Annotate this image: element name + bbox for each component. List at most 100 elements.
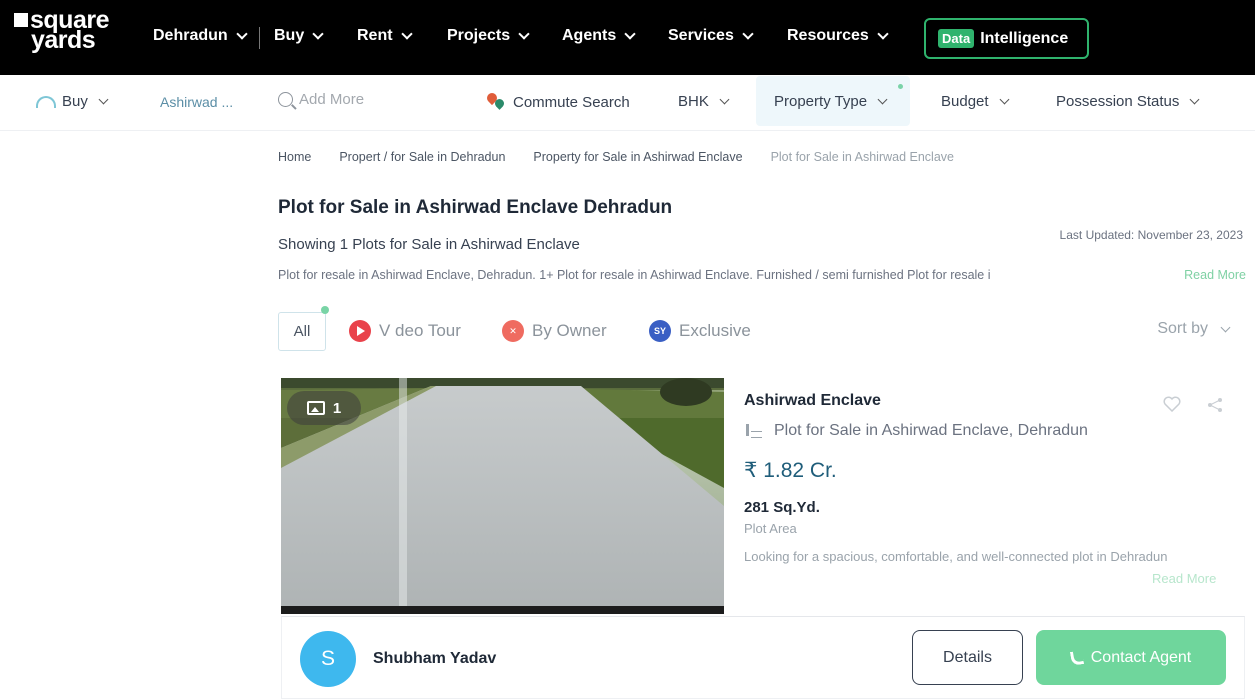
plot-icon bbox=[744, 424, 764, 438]
chevron-down-icon bbox=[877, 28, 889, 40]
breadcrumb-home[interactable]: Home bbox=[278, 150, 311, 164]
plot-area-value: 281 Sq.Yd. bbox=[744, 499, 820, 516]
nav-projects[interactable]: Projects bbox=[447, 27, 530, 45]
plot-area-label: Plot Area bbox=[744, 521, 797, 536]
listing-description: Looking for a spacious, comfortable, and… bbox=[744, 549, 1168, 564]
contact-agent-button[interactable]: Contact Agent bbox=[1036, 630, 1226, 685]
nav-services[interactable]: Services bbox=[668, 27, 754, 45]
data-intelligence-button[interactable]: Data Intelligence bbox=[924, 18, 1089, 59]
commute-pin-icon bbox=[485, 93, 507, 111]
bhk-filter[interactable]: BHK bbox=[678, 93, 730, 110]
chevron-down-icon bbox=[236, 28, 248, 40]
chevron-down-icon bbox=[877, 94, 888, 105]
nav-buy[interactable]: Buy bbox=[274, 27, 324, 45]
share-icon[interactable] bbox=[1207, 398, 1223, 412]
agent-name[interactable]: Shubham Yadav bbox=[373, 650, 496, 668]
image-count: 1 bbox=[332, 399, 342, 417]
chevron-down-icon bbox=[1220, 322, 1231, 332]
listing-type: Plot for Sale in Ashirwad Enclave, Dehra… bbox=[744, 422, 1088, 440]
filter-chip-exclusive[interactable]: SY Exclusive bbox=[649, 320, 751, 342]
chevron-down-icon bbox=[624, 28, 636, 40]
commute-search-button[interactable]: Commute Search bbox=[485, 93, 630, 111]
nav-projects-label: Projects bbox=[447, 27, 511, 44]
exclusive-label: Exclusive bbox=[679, 321, 751, 340]
active-chip-dot bbox=[321, 306, 329, 314]
logo-text-line2: yards bbox=[31, 26, 96, 54]
breadcrumb-ashirwad-property[interactable]: Property for Sale in Ashirwad Enclave bbox=[533, 150, 742, 164]
results-count: Showing 1 Plots for Sale in Ashirwad Enc… bbox=[278, 236, 580, 253]
property-type-filter[interactable]: Property Type bbox=[774, 93, 888, 110]
nav-divider bbox=[259, 27, 260, 49]
chevron-down-icon bbox=[1189, 94, 1200, 105]
property-type-label: Property Type bbox=[774, 93, 868, 110]
agent-initial: S bbox=[320, 647, 335, 670]
location-chip[interactable]: Ashirwad ... bbox=[160, 94, 233, 110]
city-label: Dehradun bbox=[153, 27, 228, 44]
breadcrumb: Home Propert / for Sale in Dehradun Prop… bbox=[278, 150, 954, 164]
chevron-down-icon bbox=[400, 28, 413, 40]
play-icon bbox=[349, 320, 371, 342]
image-count-badge[interactable]: 1 bbox=[287, 391, 361, 425]
search-icon bbox=[278, 92, 293, 107]
nav-rent[interactable]: Rent bbox=[357, 27, 413, 45]
nav-rent-label: Rent bbox=[357, 27, 393, 44]
chevron-down-icon bbox=[719, 94, 730, 105]
nav-resources-label: Resources bbox=[787, 27, 869, 44]
nav-agents-label: Agents bbox=[562, 27, 617, 44]
city-selector[interactable]: Dehradun bbox=[153, 27, 248, 45]
heart-icon[interactable] bbox=[1163, 396, 1181, 412]
image-gallery-icon bbox=[306, 401, 325, 415]
chevron-down-icon bbox=[999, 94, 1009, 105]
buy-filter[interactable]: Buy bbox=[34, 93, 109, 110]
contact-agent-label: Contact Agent bbox=[1090, 648, 1192, 666]
nav-resources[interactable]: Resources bbox=[787, 27, 889, 45]
search-input[interactable] bbox=[299, 91, 449, 108]
chevron-down-icon bbox=[742, 28, 754, 40]
commute-search-label: Commute Search bbox=[513, 93, 630, 111]
top-navigation-bar: square yards Dehradun Buy Rent Projects … bbox=[0, 0, 1255, 75]
listing-price: ₹ 1.82 Cr. bbox=[744, 459, 837, 482]
logo-square-icon bbox=[14, 13, 28, 27]
data-badge: Data bbox=[938, 29, 975, 48]
listing-type-label: Plot for Sale in Ashirwad Enclave, Dehra… bbox=[774, 422, 1088, 439]
filter-chip-all-label: All bbox=[293, 323, 311, 340]
breadcrumb-current: Plot for Sale in Ashirwad Enclave bbox=[770, 150, 954, 164]
nav-agents[interactable]: Agents bbox=[562, 27, 636, 45]
listing-title[interactable]: Ashirwad Enclave bbox=[744, 392, 881, 410]
owner-icon: ✕ bbox=[502, 320, 524, 342]
page-title: Plot for Sale in Ashirwad Enclave Dehrad… bbox=[278, 197, 673, 218]
squareyards-logo[interactable]: square yards bbox=[14, 8, 109, 54]
phone-icon bbox=[1069, 649, 1084, 666]
buy-filter-label: Buy bbox=[62, 93, 88, 110]
sort-by-dropdown[interactable]: Sort by bbox=[1157, 320, 1231, 338]
exclusive-sy-icon: SY bbox=[649, 320, 671, 342]
possession-status-filter[interactable]: Possession Status bbox=[1056, 93, 1200, 110]
filter-chip-by-owner[interactable]: ✕ By Owner bbox=[502, 320, 607, 342]
sort-by-label: Sort by bbox=[1157, 320, 1208, 337]
active-filter-dot bbox=[898, 84, 903, 89]
filter-chip-all[interactable]: All bbox=[278, 312, 326, 351]
agent-avatar: S bbox=[300, 631, 356, 687]
last-updated: Last Updated: November 23, 2023 bbox=[1059, 228, 1243, 242]
budget-filter-label: Budget bbox=[941, 93, 989, 110]
nav-buy-label: Buy bbox=[274, 27, 305, 44]
home-icon bbox=[34, 94, 56, 110]
chevron-down-icon bbox=[98, 94, 109, 105]
breadcrumb-dehradun[interactable]: Propert / for Sale in Dehradun bbox=[339, 150, 505, 164]
possession-status-label: Possession Status bbox=[1056, 93, 1180, 110]
intelligence-label: Intelligence bbox=[980, 29, 1069, 47]
by-owner-label: By Owner bbox=[532, 321, 607, 340]
video-tour-label: V deo Tour bbox=[379, 321, 461, 340]
page-description: Plot for resale in Ashirwad Enclave, Deh… bbox=[278, 268, 1246, 282]
bhk-filter-label: BHK bbox=[678, 93, 709, 110]
details-button[interactable]: Details bbox=[912, 630, 1023, 685]
search-box[interactable] bbox=[278, 91, 449, 108]
listing-read-more-link[interactable]: Read More bbox=[1152, 571, 1216, 586]
filter-chip-video-tour[interactable]: V deo Tour bbox=[349, 320, 461, 342]
page-description-text: Plot for resale in Ashirwad Enclave, Deh… bbox=[278, 268, 991, 282]
chevron-down-icon bbox=[518, 28, 530, 40]
location-chip-label: Ashirwad ... bbox=[160, 94, 234, 110]
read-more-link[interactable]: Read More bbox=[1180, 268, 1246, 282]
budget-filter[interactable]: Budget bbox=[941, 93, 1009, 110]
chevron-down-icon bbox=[312, 28, 324, 40]
